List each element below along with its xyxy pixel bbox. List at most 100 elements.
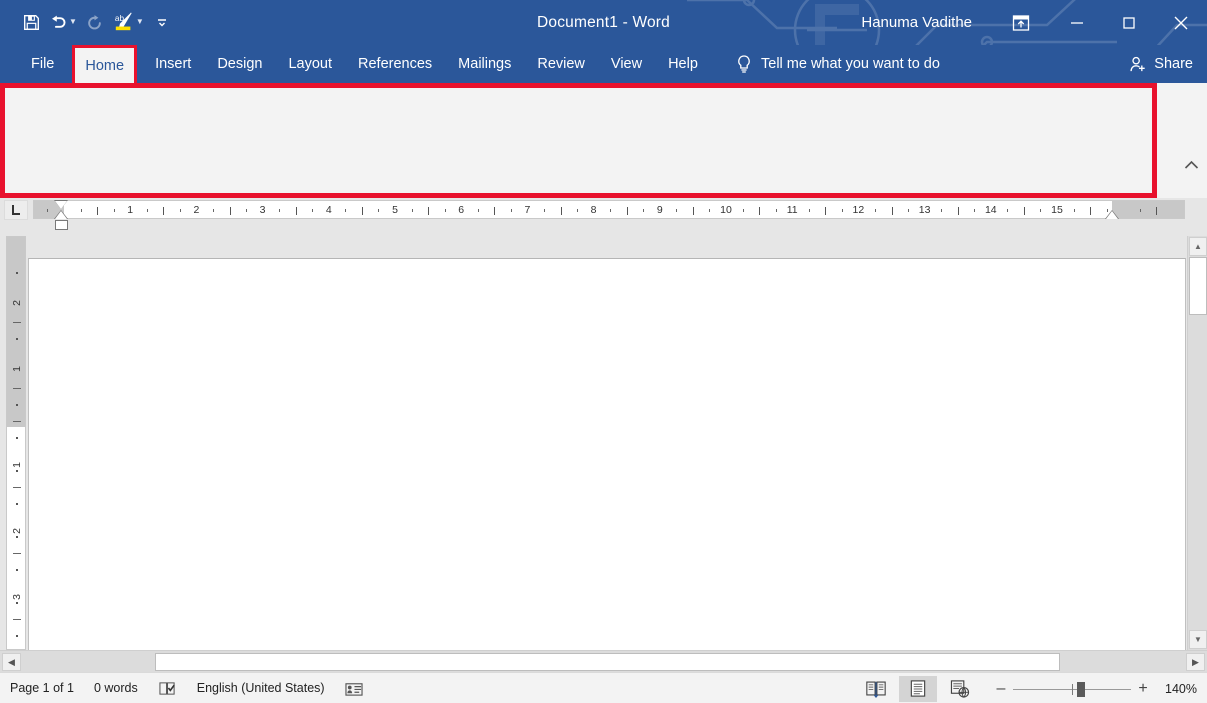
ruler-minor-tick [411,209,413,212]
ruler-minor-tick [543,209,545,212]
ruler-minor-tick [643,209,645,212]
account-name[interactable]: Hanuma Vadithe [861,0,972,45]
ruler-number: 14 [984,203,997,216]
tab-review[interactable]: Review [524,45,598,83]
ribbon-tab-bar[interactable]: File Home Insert Design Layout Reference… [0,45,1207,83]
horizontal-scrollbar[interactable]: ◀ ▶ [0,650,1207,672]
minimize-button[interactable] [1051,0,1103,45]
document-page[interactable] [28,258,1186,658]
ruler-minor-tick [759,207,761,215]
left-indent-marker[interactable] [55,220,68,230]
ruler-number: 15 [1051,203,1063,216]
ruler-minor-tick [908,209,910,212]
ruler-minor-tick [1040,209,1042,212]
tab-layout[interactable]: Layout [275,45,345,83]
horizontal-scroll-thumb[interactable] [155,653,1060,671]
print-layout-icon [910,680,926,697]
ruler-minor-tick [444,209,446,212]
tell-me-label: Tell me what you want to do [761,56,940,72]
vertical-scrollbar[interactable]: ▲ ▼ [1187,236,1207,650]
ruler-minor-tick [775,209,777,212]
ruler-number: 2 [193,203,200,216]
read-mode-button[interactable] [857,676,895,702]
vertical-ruler-tick [13,387,21,389]
zoom-slider[interactable] [1013,679,1131,699]
ruler-minor-tick [874,209,876,212]
vertical-ruler-tick [13,420,21,422]
accessibility-status[interactable] [335,673,373,703]
scroll-down-button[interactable]: ▼ [1189,630,1207,649]
ruler-minor-tick [626,207,628,215]
zoom-out-button[interactable]: – [989,680,1013,698]
word-count[interactable]: 0 words [84,673,148,703]
ruler-minor-tick [47,209,49,212]
zoom-level[interactable]: 140% [1155,682,1207,696]
minimize-icon [1071,21,1083,24]
tell-me-search[interactable]: Tell me what you want to do [735,45,940,83]
zoom-slider-thumb[interactable] [1077,681,1085,697]
tab-home[interactable]: Home [72,45,138,83]
ruler-number: 4 [325,203,332,216]
ruler-number: 8 [590,203,597,216]
window-controls [991,0,1207,45]
ruler-minor-tick [428,207,430,215]
left-tab-stop-icon [12,205,20,215]
chevron-up-icon [1184,160,1198,169]
scroll-left-button[interactable]: ◀ [2,653,21,671]
tab-insert[interactable]: Insert [142,45,204,83]
ruler-minor-tick [577,209,579,212]
ruler-minor-tick [279,209,281,212]
vertical-ruler-tick [16,338,18,340]
vertical-ruler[interactable]: 2 1 1 2 3 [6,236,26,650]
horizontal-ruler[interactable]: 1 2 3 4 5 6 7 8 9 10 11 12 13 14 15 [33,200,1185,219]
maximize-button[interactable] [1103,0,1155,45]
ruler-minor-tick [295,207,297,215]
ruler-minor-tick [146,209,148,212]
ruler-minor-tick [560,207,562,215]
tab-help[interactable]: Help [655,45,711,83]
scroll-up-button[interactable]: ▲ [1189,237,1207,256]
tab-mailings[interactable]: Mailings [445,45,524,83]
vertical-scroll-thumb[interactable] [1189,257,1207,315]
lightbulb-icon [738,55,750,73]
ruler-minor-tick [825,207,827,215]
share-button[interactable]: Share [1129,45,1193,83]
proofing-status[interactable] [148,673,187,703]
collapse-ribbon-button[interactable] [1180,155,1202,175]
ruler-minor-tick [212,209,214,212]
accessibility-icon [344,682,363,696]
tab-file[interactable]: File [18,45,67,83]
zoom-in-button[interactable]: + [1131,680,1155,698]
tab-view[interactable]: View [598,45,655,83]
language-indicator[interactable]: English (United States) [187,673,335,703]
vertical-ruler-tick [16,635,18,637]
vertical-ruler-number: 2 [11,528,23,535]
ribbon-display-options-button[interactable] [991,0,1051,45]
vertical-ruler-tick [13,321,21,323]
web-layout-button[interactable] [941,676,979,702]
read-mode-icon [866,681,886,698]
vertical-ruler-number: 1 [11,366,23,372]
ruler-minor-tick [312,209,314,212]
ruler-number: 11 [786,203,798,216]
ruler-minor-tick [494,207,496,215]
print-layout-button[interactable] [899,675,937,702]
ruler-minor-tick [676,209,678,212]
tab-stop-selector[interactable] [4,200,28,220]
ruler-number: 10 [720,203,732,216]
ruler-minor-tick [610,209,612,212]
ruler-minor-tick [163,207,165,215]
tab-references[interactable]: References [345,45,445,83]
ruler-minor-tick [742,209,744,212]
zoom-controls[interactable]: – + 140% [989,679,1207,699]
tab-design[interactable]: Design [204,45,275,83]
scroll-right-button[interactable]: ▶ [1186,653,1205,671]
ruler-number: 3 [259,203,266,216]
ruler-minor-tick [1007,209,1009,212]
vertical-ruler-number: 3 [11,594,23,601]
page-indicator[interactable]: Page 1 of 1 [0,673,84,703]
document-area: 2 1 1 2 3 ▲ ▼ [0,236,1207,658]
close-button[interactable] [1155,0,1207,45]
ruler-minor-tick [97,207,99,215]
ruler-minor-tick [477,209,479,212]
